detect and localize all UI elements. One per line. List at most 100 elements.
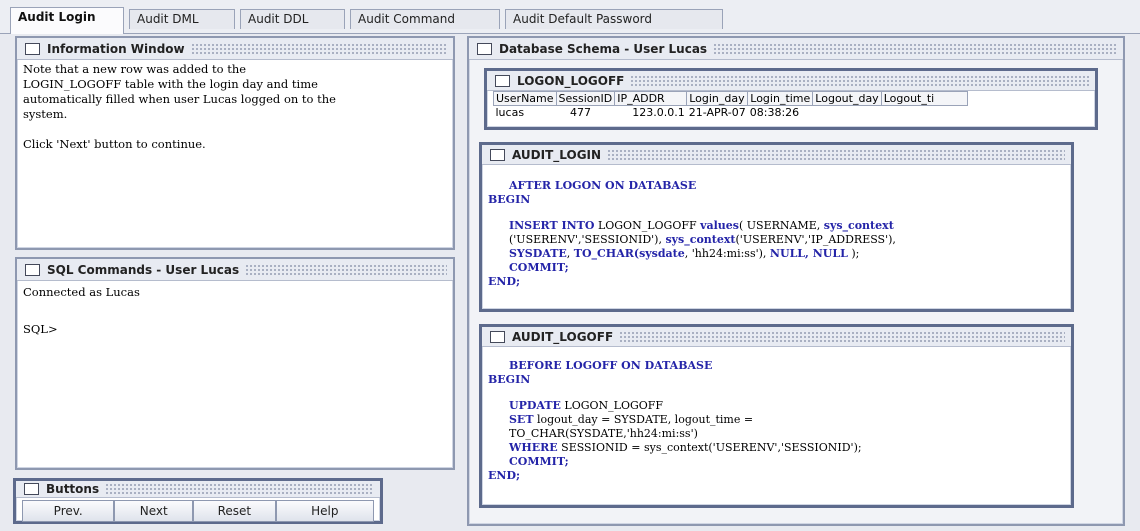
audit-logoff-panel: AUDIT_LOGOFF BEFORE LOGOFF ON DATABASE BE…	[479, 324, 1074, 508]
buttons-panel-title: Buttons	[46, 482, 100, 496]
code-keyword: NULL, NULL	[769, 247, 848, 260]
logon-logoff-title: LOGON_LOGOFF	[517, 73, 625, 88]
window-icon	[477, 42, 492, 55]
table-cell: 21-APR-07	[688, 106, 746, 119]
sql-console[interactable]: Connected as Lucas SQL>	[17, 281, 453, 339]
tab-audit-ddl[interactable]: Audit DDL	[240, 9, 345, 29]
code-keyword: sys_context	[823, 219, 894, 232]
connected-status: Connected as Lucas	[23, 285, 140, 299]
code-keyword: END;	[488, 275, 521, 288]
column-header[interactable]: Login_day	[686, 91, 749, 106]
title-grip	[619, 330, 1065, 343]
code-keyword: values	[700, 219, 739, 232]
table-row[interactable]: lucas 477 123.0.0.1 21-APR-07 08:38:26	[494, 106, 968, 120]
audit-logoff-title: AUDIT_LOGOFF	[512, 329, 614, 344]
column-header[interactable]: SessionID	[555, 91, 616, 106]
code-keyword: UPDATE	[508, 399, 561, 412]
code-keyword: sys_context	[665, 233, 736, 246]
title-grip	[630, 74, 1089, 87]
code-keyword: INSERT INTO	[508, 219, 595, 232]
audit-login-panel: AUDIT_LOGIN AFTER LOGON ON DATABASE BEGIN…	[479, 142, 1074, 312]
code-text: , 'hh24:mi:ss'),	[684, 247, 770, 260]
information-window: Information Window Note that a new row w…	[15, 36, 455, 250]
code-text: ('USERENV','IP_ADDRESS'),	[735, 233, 896, 246]
title-grip	[713, 42, 1117, 55]
code-keyword: BEFORE LOGOFF ON DATABASE	[508, 359, 713, 372]
code-text: ('USERENV','SESSIONID'),	[508, 233, 666, 246]
code-keyword: BEGIN	[488, 193, 531, 206]
buttons-panel: Buttons Prev. Next Reset Help	[13, 478, 383, 524]
code-keyword: TO_CHAR(sysdate	[573, 247, 685, 260]
info-line: system.	[23, 107, 68, 121]
title-grip	[190, 42, 447, 55]
logon-logoff-title-bar: LOGON_LOGOFF	[487, 71, 1095, 91]
tab-audit-command[interactable]: Audit Command	[350, 9, 500, 29]
information-window-title: Information Window	[47, 41, 185, 56]
code-keyword: COMMIT;	[508, 455, 569, 468]
window-icon	[25, 263, 40, 276]
code-keyword: AFTER LOGON ON DATABASE	[508, 179, 697, 192]
code-text: LOGON_LOGOFF	[560, 399, 664, 412]
code-text: logout_day = SYSDATE, logout_time =	[533, 413, 754, 426]
code-keyword: SET	[508, 413, 534, 426]
tab-audit-login[interactable]: Audit Login	[10, 7, 124, 34]
buttons-title-bar: Buttons	[16, 481, 380, 498]
title-grip	[245, 263, 447, 276]
column-header[interactable]: Logout_day	[812, 91, 882, 106]
tab-bar: Audit Login Audit DML Audit DDL Audit Co…	[0, 0, 1140, 34]
sql-commands-window: SQL Commands - User Lucas Connected as L…	[15, 257, 455, 470]
sql-prompt: SQL>	[23, 322, 58, 336]
code-keyword: SYSDATE	[508, 247, 567, 260]
code-keyword: END;	[488, 469, 521, 482]
window-icon	[24, 483, 39, 495]
code-text: SESSIONID = sys_context('USERENV','SESSI…	[557, 441, 862, 454]
column-header[interactable]: Logout_ti	[880, 91, 968, 106]
logon-logoff-panel: LOGON_LOGOFF UserName SessionID IP_ADDR …	[484, 68, 1098, 130]
code-text: LOGON_LOGOFF	[594, 219, 701, 232]
column-header[interactable]: IP_ADDR	[614, 91, 688, 106]
schema-title-bar: Database Schema - User Lucas	[469, 38, 1123, 60]
table-cell: 08:38:26	[749, 106, 800, 119]
window-icon	[490, 330, 505, 343]
sql-window-title: SQL Commands - User Lucas	[47, 262, 240, 277]
column-header[interactable]: UserName	[493, 91, 557, 106]
tab-audit-default-password[interactable]: Audit Default Password	[505, 9, 723, 29]
next-button[interactable]: Next	[114, 500, 194, 522]
information-window-title-bar: Information Window	[17, 38, 453, 60]
audit-logoff-title-bar: AUDIT_LOGOFF	[482, 327, 1071, 347]
info-line: automatically filled when user Lucas log…	[23, 92, 336, 106]
title-grip	[607, 148, 1065, 161]
audit-login-code: AFTER LOGON ON DATABASE BEGIN INSERT INTO…	[488, 179, 896, 288]
info-line: LOGIN_LOGOFF table with the login day an…	[23, 77, 318, 91]
audit-login-title: AUDIT_LOGIN	[512, 147, 602, 162]
schema-title: Database Schema - User Lucas	[499, 41, 708, 56]
audit-logoff-code: BEFORE LOGOFF ON DATABASE BEGIN UPDATE LO…	[482, 347, 1071, 483]
info-line: Note that a new row was added to the	[23, 62, 247, 76]
code-text: );	[847, 247, 860, 260]
window-icon	[25, 42, 40, 55]
window-icon	[490, 148, 505, 161]
information-text: Note that a new row was added to the LOG…	[17, 60, 453, 154]
window-icon	[495, 74, 510, 87]
code-text: TO_CHAR(SYSDATE,'hh24:mi:ss')	[508, 427, 698, 440]
info-line: Click 'Next' button to continue.	[23, 137, 206, 151]
table-cell	[813, 106, 881, 120]
audit-login-title-bar: AUDIT_LOGIN	[482, 145, 1071, 165]
title-grip	[105, 483, 374, 495]
table-header-row: UserName SessionID IP_ADDR Login_day Log…	[493, 91, 968, 106]
reset-button[interactable]: Reset	[193, 500, 276, 522]
button-row: Prev. Next Reset Help	[16, 498, 380, 524]
code-keyword: BEGIN	[488, 373, 531, 386]
prev-button[interactable]: Prev.	[22, 500, 115, 522]
table-cell: lucas	[495, 106, 525, 119]
column-header[interactable]: Login_time	[747, 91, 814, 106]
sql-window-title-bar: SQL Commands - User Lucas	[17, 259, 453, 281]
table-cell: 477	[570, 106, 592, 119]
code-keyword: COMMIT;	[508, 261, 569, 274]
table-cell	[881, 106, 967, 120]
help-button[interactable]: Help	[275, 500, 374, 522]
tab-audit-dml[interactable]: Audit DML	[129, 9, 235, 29]
database-schema-window: Database Schema - User Lucas LOGON_LOGOF…	[467, 36, 1125, 526]
code-keyword: WHERE	[508, 441, 558, 454]
